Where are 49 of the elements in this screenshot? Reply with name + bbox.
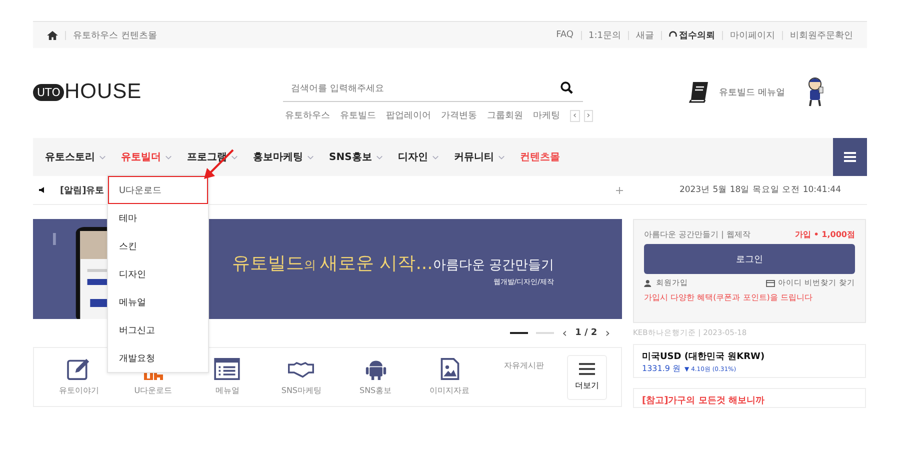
top-link[interactable]: 새글 bbox=[636, 28, 654, 42]
site-logo[interactable]: UTO HOUSE bbox=[33, 80, 283, 104]
more-button[interactable]: 더보기 bbox=[566, 354, 607, 400]
top-link[interactable]: 1:1문의 bbox=[588, 28, 621, 42]
banner-title: 유토빌드의 새로운 시작...아름다운 공간만들기 bbox=[232, 252, 554, 275]
nav-menu-item[interactable]: 커뮤니티 bbox=[454, 150, 505, 164]
nav-menu-item[interactable]: 홍보마케팅 bbox=[253, 150, 314, 164]
next-slide-button[interactable]: › bbox=[605, 326, 610, 340]
manual-link[interactable]: 유토빌드 메뉴얼 bbox=[719, 86, 785, 98]
promo-text: 가입시 다양한 혜택(쿠폰과 포인트)을 드립니다 bbox=[644, 292, 814, 303]
bonus-points: 가입 • 1,000점 bbox=[795, 229, 855, 240]
login-tagline: 아름다운 공간만들기 | 웹제작 bbox=[644, 229, 750, 240]
next-button[interactable]: › bbox=[584, 110, 594, 122]
prev-button[interactable]: ‹ bbox=[570, 110, 580, 122]
nav-menu-item[interactable]: 유토빌더 bbox=[121, 150, 172, 164]
dropdown-item[interactable]: 버그신고 bbox=[108, 316, 208, 344]
dropdown-item[interactable]: 스킨 bbox=[108, 232, 208, 260]
exchange-rate: 1331.9 원 bbox=[642, 363, 681, 374]
keyword-link[interactable]: 마케팅 bbox=[533, 109, 560, 122]
keyword-link[interactable]: 유토빌드 bbox=[340, 109, 376, 122]
nav-menu-item[interactable]: SNS홍보 bbox=[329, 150, 383, 164]
quick-menu-item[interactable]: 이미지자료 bbox=[418, 358, 481, 396]
keyword-link[interactable]: 유토하우스 bbox=[285, 109, 330, 122]
keyword-link[interactable]: 그룹회원 bbox=[487, 109, 523, 122]
dropdown-item[interactable]: 디자인 bbox=[108, 260, 208, 288]
top-link[interactable]: FAQ bbox=[556, 30, 574, 40]
quick-menu-item[interactable]: 유토이야기 bbox=[48, 358, 110, 396]
top-link[interactable]: 접수의뢰 bbox=[669, 28, 715, 42]
nav-menu-item[interactable]: 유토스토리 bbox=[45, 150, 106, 164]
quick-menu-item[interactable]: 자유게시판 bbox=[492, 360, 555, 394]
notice-text[interactable]: [알림]유토 bbox=[60, 184, 104, 196]
slide-counter: 1 / 2 bbox=[575, 328, 598, 338]
top-link[interactable]: 마이페이지 bbox=[730, 28, 775, 42]
breadcrumb[interactable]: 유토하우스 컨텐츠몰 bbox=[73, 28, 157, 42]
quick-menu-item[interactable]: SNS홍보 bbox=[344, 358, 407, 396]
dropdown-item[interactable]: U다운로드 bbox=[108, 176, 208, 204]
keyword-link[interactable]: 가격변동 bbox=[441, 109, 477, 122]
dropdown-item[interactable]: 메뉴얼 bbox=[108, 288, 208, 316]
nav-menu-item[interactable]: 컨텐츠몰 bbox=[520, 150, 560, 164]
notice-headline[interactable]: [참고]가구의 모든것 해보니까 bbox=[642, 395, 764, 407]
search-field[interactable]: 검색어를 입력해주세요 bbox=[283, 78, 583, 102]
date-time: 2023년 5월 18일 목요일 오전 10:41:44 bbox=[679, 184, 841, 196]
login-button[interactable]: 로그인 bbox=[644, 244, 855, 274]
currency-pair: 미국USD (대한민국 원KRW) bbox=[642, 351, 766, 363]
top-link[interactable]: 비회원주문확인 bbox=[790, 28, 853, 42]
nav-menu-item[interactable]: 디자인 bbox=[398, 150, 439, 164]
keyword-link[interactable]: 팝업레이어 bbox=[386, 109, 431, 122]
quick-menu-item[interactable]: SNS마케팅 bbox=[270, 358, 332, 396]
prev-slide-button[interactable]: ‹ bbox=[562, 326, 568, 340]
